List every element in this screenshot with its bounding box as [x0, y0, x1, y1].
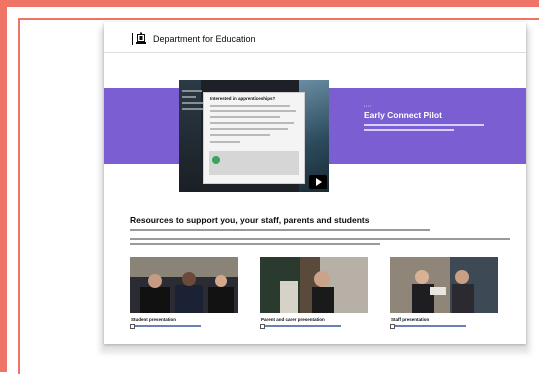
popup-text-line — [210, 110, 296, 112]
hero-text-line — [364, 124, 484, 126]
parent-photo — [260, 257, 368, 313]
paragraph-line — [130, 243, 380, 245]
royal-crest-icon — [136, 32, 146, 44]
student-photo — [130, 257, 238, 313]
download-link[interactable] — [390, 324, 466, 328]
site-header: Department for Education — [104, 22, 526, 53]
video-player[interactable]: Interested in apprenticeships? — [179, 80, 329, 192]
hero-label: ▪ ▪ ▪ ▪ — [364, 104, 371, 108]
check-icon — [212, 156, 220, 164]
popup-text-line — [210, 128, 288, 130]
video-popup-title: Interested in apprenticeships? — [210, 96, 276, 101]
popup-text-line — [210, 116, 280, 118]
play-icon[interactable] — [309, 175, 327, 189]
download-link[interactable] — [260, 324, 341, 328]
card-title: Parent and carer presentation — [261, 317, 325, 322]
popup-text-line — [210, 141, 240, 143]
popup-text-line — [210, 105, 290, 107]
download-link[interactable] — [130, 324, 201, 328]
department-name[interactable]: Department for Education — [153, 34, 256, 44]
popup-text-line — [210, 134, 270, 136]
paragraph-line — [130, 229, 430, 231]
video-popup: Interested in apprenticeships? — [203, 92, 305, 184]
card-title: Student presentation — [131, 317, 177, 322]
paragraph-line — [130, 238, 510, 240]
webpage: Department for Education Interested in a… — [104, 22, 526, 344]
hero-title: Early Connect Pilot — [364, 110, 442, 120]
popup-callout — [209, 151, 299, 175]
card-title: Staff presentation — [391, 317, 430, 322]
popup-text-line — [210, 122, 294, 124]
staff-photo — [390, 257, 498, 313]
header-divider — [132, 33, 133, 45]
hero-text-line — [364, 129, 454, 131]
resources-heading: Resources to support you, your staff, pa… — [130, 215, 370, 225]
